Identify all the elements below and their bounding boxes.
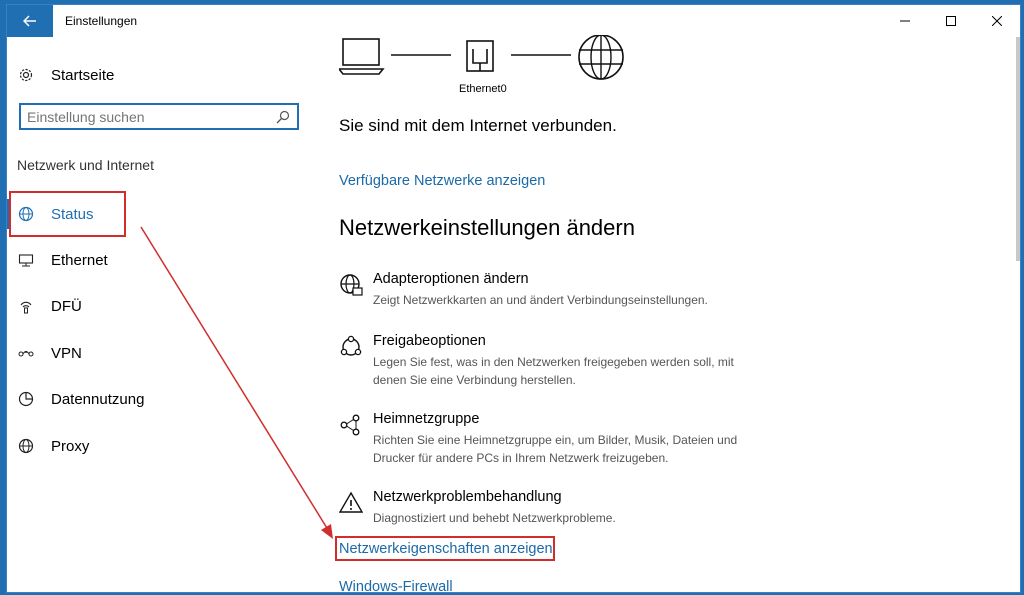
annotation-arrow: [140, 226, 333, 539]
settings-window: Einstellungen Startseite Netzwerk und In…: [6, 4, 1021, 593]
